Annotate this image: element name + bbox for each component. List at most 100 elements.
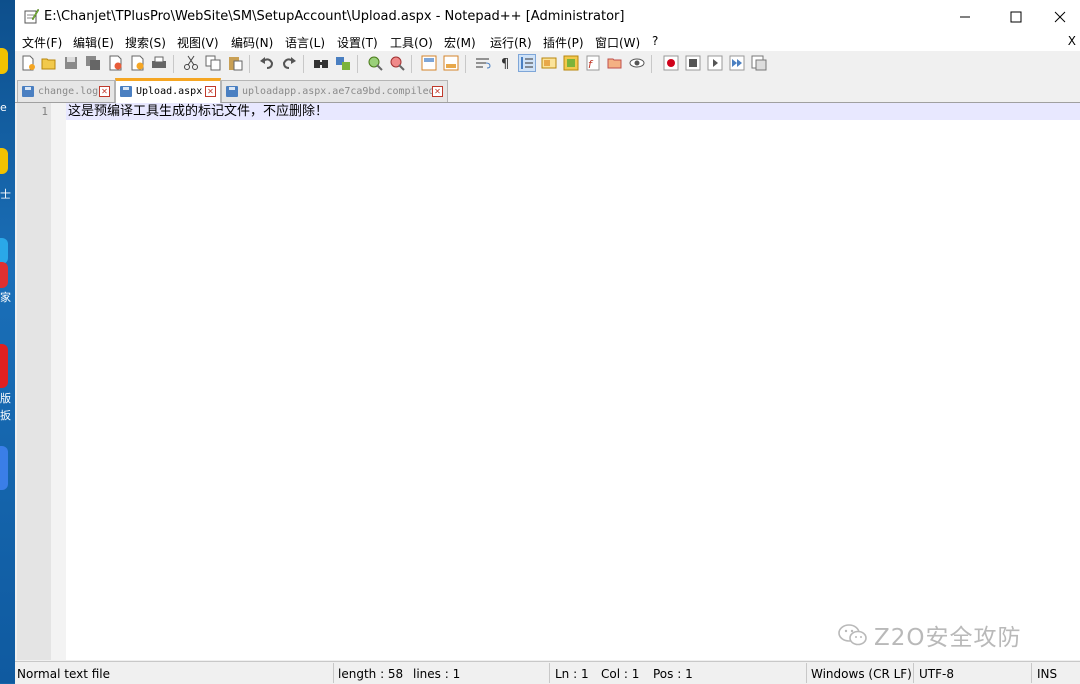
menu-tools[interactable]: 工具(O) bbox=[390, 34, 433, 51]
menu-run[interactable]: 运行(R) bbox=[490, 34, 532, 51]
cut-icon[interactable] bbox=[183, 55, 199, 71]
status-column: Col : 1 bbox=[601, 667, 640, 681]
toolbar-separator bbox=[249, 55, 250, 73]
desktop-app-icon[interactable] bbox=[0, 238, 8, 264]
function-list-icon[interactable]: f bbox=[585, 55, 601, 71]
toolbar-separator bbox=[357, 55, 358, 73]
save-all-icon[interactable] bbox=[85, 55, 101, 71]
undo-icon[interactable] bbox=[259, 55, 275, 71]
status-separator bbox=[806, 663, 807, 683]
status-separator bbox=[333, 663, 334, 683]
status-position: Pos : 1 bbox=[653, 667, 693, 681]
save-icon[interactable] bbox=[63, 55, 79, 71]
close-icon[interactable] bbox=[107, 55, 123, 71]
save-macro-icon[interactable] bbox=[751, 55, 767, 71]
status-encoding[interactable]: UTF-8 bbox=[919, 667, 954, 681]
desktop-app-icon[interactable] bbox=[0, 148, 8, 174]
maximize-button[interactable] bbox=[993, 0, 1039, 33]
menu-search[interactable]: 搜索(S) bbox=[125, 34, 166, 51]
zoom-in-icon[interactable] bbox=[367, 55, 383, 71]
desktop-label: 家 bbox=[0, 291, 11, 304]
menu-encoding[interactable]: 编码(N) bbox=[231, 34, 273, 51]
status-file-type: Normal text file bbox=[17, 667, 111, 681]
desktop-app-icon[interactable] bbox=[0, 48, 8, 74]
saved-file-icon bbox=[120, 86, 132, 97]
show-all-chars-icon[interactable]: ¶ bbox=[497, 55, 513, 71]
paste-icon[interactable] bbox=[227, 55, 243, 71]
fold-margin[interactable] bbox=[51, 103, 66, 660]
tab-label: uploadapp.aspx.ae7ca9bd.compiled bbox=[242, 86, 435, 97]
play-macro-icon[interactable] bbox=[707, 55, 723, 71]
tab-upload-aspx[interactable]: Upload.aspx ✕ bbox=[115, 78, 221, 105]
menu-macro[interactable]: 宏(M) bbox=[444, 34, 476, 51]
new-file-icon[interactable] bbox=[20, 55, 36, 71]
menu-language[interactable]: 语言(L) bbox=[285, 34, 325, 51]
menu-bar: 文件(F) 编辑(E) 搜索(S) 视图(V) 编码(N) 语言(L) 设置(T… bbox=[15, 33, 1080, 51]
tab-close-icon[interactable]: ✕ bbox=[99, 86, 110, 97]
desktop-app-icon[interactable] bbox=[0, 262, 8, 288]
replace-icon[interactable] bbox=[335, 55, 351, 71]
copy-icon[interactable] bbox=[205, 55, 221, 71]
toolbar-separator bbox=[465, 55, 466, 73]
stop-record-icon[interactable] bbox=[685, 55, 701, 71]
menu-help[interactable]: ? bbox=[652, 34, 658, 48]
minimize-icon bbox=[960, 16, 970, 17]
svg-text:¶: ¶ bbox=[501, 57, 509, 71]
lang-udl-icon[interactable] bbox=[541, 55, 557, 71]
notepad-plus-plus-window: E:\Chanjet\TPlusPro\WebSite\SM\SetupAcco… bbox=[15, 0, 1080, 684]
indent-guide-icon[interactable] bbox=[518, 54, 536, 72]
desktop-label: e bbox=[0, 101, 7, 114]
desktop-label: 士 bbox=[0, 188, 11, 201]
menu-edit[interactable]: 编辑(E) bbox=[73, 34, 114, 51]
print-icon[interactable] bbox=[151, 55, 167, 71]
close-document-button[interactable]: X bbox=[1068, 34, 1076, 48]
editor-text-line[interactable]: 这是预编译工具生成的标记文件，不应删除！ bbox=[68, 103, 328, 120]
tab-uploadapp-compiled[interactable]: uploadapp.aspx.ae7ca9bd.compiled ✕ bbox=[221, 80, 448, 102]
toolbar: ¶ f bbox=[15, 51, 1080, 77]
menu-settings[interactable]: 设置(T) bbox=[337, 34, 378, 51]
desktop-app-icon[interactable] bbox=[0, 446, 8, 490]
tab-change-log[interactable]: change.log ✕ bbox=[17, 80, 115, 102]
status-eol-format[interactable]: Windows (CR LF) bbox=[811, 667, 912, 681]
toolbar-separator bbox=[651, 55, 652, 73]
minimize-button[interactable] bbox=[942, 0, 988, 33]
close-all-icon[interactable] bbox=[129, 55, 145, 71]
word-wrap-icon[interactable] bbox=[475, 55, 491, 71]
run-macro-multiple-icon[interactable] bbox=[729, 55, 745, 71]
record-macro-icon[interactable] bbox=[663, 55, 679, 71]
folder-workspace-icon[interactable] bbox=[607, 55, 623, 71]
sync-horizontal-icon[interactable] bbox=[443, 55, 459, 71]
tab-label: Upload.aspx bbox=[136, 86, 203, 97]
watermark-text: Z2O安全攻防 bbox=[874, 625, 1022, 651]
saved-file-icon bbox=[226, 86, 238, 97]
sync-vertical-icon[interactable] bbox=[421, 55, 437, 71]
status-separator bbox=[1031, 663, 1032, 683]
title-bar[interactable]: E:\Chanjet\TPlusPro\WebSite\SM\SetupAcco… bbox=[15, 0, 1080, 33]
line-number: 1 bbox=[41, 105, 48, 118]
menu-window[interactable]: 窗口(W) bbox=[595, 34, 640, 51]
find-icon[interactable] bbox=[313, 55, 329, 71]
saved-file-icon bbox=[22, 86, 34, 97]
close-window-button[interactable] bbox=[1037, 0, 1080, 33]
open-file-icon[interactable] bbox=[41, 55, 57, 71]
notepad-app-icon bbox=[24, 8, 39, 24]
desktop-label: 扳 bbox=[0, 409, 11, 422]
status-length: length : 58 bbox=[338, 667, 404, 681]
monitor-icon[interactable] bbox=[629, 55, 645, 71]
tab-close-icon[interactable]: ✕ bbox=[205, 86, 216, 97]
desktop-background: e 士 家 版 扳 bbox=[0, 0, 15, 683]
window-title: E:\Chanjet\TPlusPro\WebSite\SM\SetupAcco… bbox=[44, 9, 625, 24]
menu-plugins[interactable]: 插件(P) bbox=[543, 34, 584, 51]
watermark: Z2O安全攻防 bbox=[838, 618, 1022, 652]
menu-view[interactable]: 视图(V) bbox=[177, 34, 219, 51]
doc-map-icon[interactable] bbox=[563, 55, 579, 71]
redo-icon[interactable] bbox=[281, 55, 297, 71]
editor-area[interactable]: 1 这是预编译工具生成的标记文件，不应删除！ Z2O安全攻防 bbox=[17, 103, 1080, 660]
desktop-app-icon[interactable] bbox=[0, 344, 8, 388]
tab-close-icon[interactable]: ✕ bbox=[432, 86, 443, 97]
status-insert-mode: INS bbox=[1037, 667, 1058, 681]
status-line-number: Ln : 1 bbox=[555, 667, 589, 681]
zoom-out-icon[interactable] bbox=[389, 55, 405, 71]
desktop-label: 版 bbox=[0, 392, 11, 405]
menu-file[interactable]: 文件(F) bbox=[22, 34, 62, 51]
